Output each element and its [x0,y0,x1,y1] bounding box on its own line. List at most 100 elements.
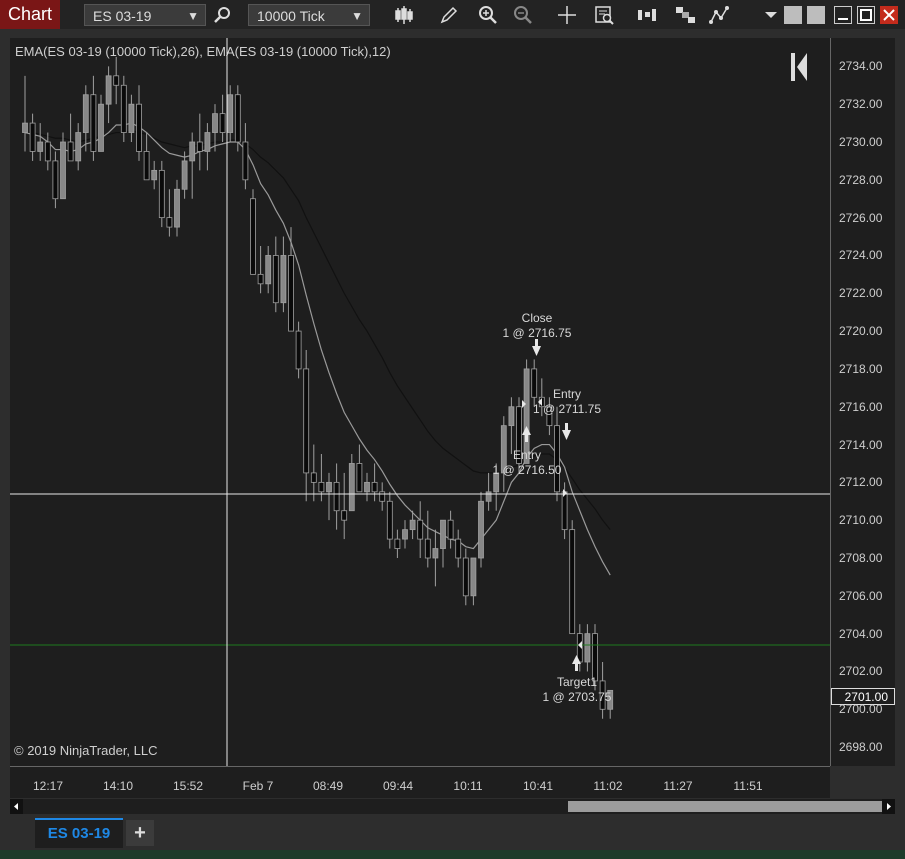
add-tab-button[interactable]: + [126,820,154,846]
time-tick-label: 15:52 [172,779,204,793]
data-box-icon[interactable] [593,4,615,26]
candle-body [189,141,196,162]
candle-body [174,188,180,228]
scroll-left-button[interactable] [10,799,23,814]
instrument-selector[interactable]: ES 03-19 ▼ [84,4,206,26]
price-tick-label: 2720.00 [839,324,883,339]
bar-type-icon[interactable] [394,4,416,26]
candle-body [318,481,325,493]
scroll-thumb[interactable] [568,801,882,812]
interval-value: 10000 Tick [257,8,325,24]
zoom-out-icon[interactable] [512,4,534,26]
candle-body [310,472,317,483]
candle-body [485,491,492,502]
candle-body [219,113,226,133]
candle-body [29,122,36,152]
time-tick-label: 10:41 [522,779,554,793]
candle-body [136,103,142,152]
time-tick-label: 08:49 [312,779,344,793]
taskbar-strip [0,850,905,859]
candle-body [67,141,74,162]
maximize-icon [860,9,872,21]
horizontal-scrollbar[interactable] [10,799,895,814]
candle-body [447,519,454,540]
candle-body [98,103,104,152]
chevron-right-icon [887,803,891,810]
candle-body [386,500,393,540]
candle-body [584,633,591,663]
candle-body [120,84,127,133]
close-button[interactable] [880,6,898,24]
price-tick-label: 2724.00 [839,248,883,263]
candle-body [402,529,408,540]
candle-body [394,538,401,549]
annotation-detail: 1 @ 2716.75 [502,326,572,340]
time-tick-label: 09:44 [382,779,414,793]
chevron-left-icon [14,803,18,810]
crosshair-icon[interactable] [556,4,578,26]
candle-body [303,368,310,474]
candle-body [417,519,424,540]
chart-window-title: Chart [0,0,60,29]
candle-body [113,75,120,86]
candle-body [295,330,302,370]
interval-selector[interactable]: 10000 Tick ▼ [248,4,370,26]
price-axis[interactable]: 2701.00 2734.00 2732.00 2730.00 2728.00 2726… [830,38,895,766]
strategies-icon[interactable] [636,4,658,26]
target-arrow-stem [575,663,578,671]
time-tick-label: 11:02 [593,779,623,793]
annotation-title: Entry [552,387,582,401]
price-tick-label: 2726.00 [839,210,883,225]
candle-body [272,255,279,304]
price-tick-label: 2700.00 [839,702,883,717]
annotation-title: Target1 [556,675,598,689]
search-icon[interactable] [212,4,234,26]
target-execution-annotation: Target1 1 @ 2703.75 [543,675,612,705]
candle-body [341,510,348,521]
scroll-right-button[interactable] [882,799,895,814]
annotation-detail: 1 @ 2711.75 [532,402,602,416]
price-chart-panel[interactable]: EMA(ES 03-19 (10000 Tick),26), EMA(ES 03… [10,38,830,766]
tile-window-button-2[interactable] [807,6,825,24]
price-tick-label: 2702.00 [839,664,883,679]
tab-es-03-19[interactable]: ES 03-19 [35,818,123,848]
scroll-to-end-icon[interactable] [791,53,807,81]
tile-window-button[interactable] [784,6,802,24]
chart-tab-bar: ES 03-19 + [0,818,905,848]
candle-body [326,481,332,493]
entry-long-arrow-stem [525,434,528,442]
chart-toolbar: Chart ES 03-19 ▼ 10000 Tick ▼ [0,0,905,29]
chart-trader-icon[interactable] [708,4,730,26]
candle-body [409,519,416,531]
candle-body [508,406,515,427]
zoom-in-icon[interactable] [477,4,499,26]
indicators-icon[interactable] [674,4,696,26]
maximize-button[interactable] [857,6,875,24]
candle-body [569,529,576,635]
candle-body [424,538,431,559]
time-tick-label: 14:10 [102,779,134,793]
candle-body [37,141,44,152]
annotation-title: Close [521,311,553,325]
annotation-title: Entry [512,448,541,462]
minimize-button[interactable] [834,6,852,24]
candlestick-chart[interactable] [10,38,830,766]
candle-body [455,538,462,559]
price-tick-label: 2718.00 [839,361,883,376]
price-tick-label: 2706.00 [839,588,883,603]
candle-body [227,94,234,133]
annotation-detail: 1 @ 2703.75 [542,690,612,704]
candle-body [105,75,112,105]
price-tick-label: 2708.00 [839,551,883,565]
menu-chevron-icon[interactable] [760,4,782,26]
candle-body [257,273,264,285]
time-axis[interactable]: 12:17 14:10 15:52 Feb 7 08:49 09:44 10:11 10:41… [10,766,830,798]
candle-body [44,141,51,162]
entry-long-arrow-icon [522,426,531,435]
entry-short-arrow-stem [565,423,568,431]
candle-body [280,255,287,304]
draw-pencil-icon[interactable] [438,4,460,26]
candle-body [440,519,446,549]
copyright-notice: © 2019 NinjaTrader, LLC [14,743,158,758]
candle-body [166,217,173,228]
